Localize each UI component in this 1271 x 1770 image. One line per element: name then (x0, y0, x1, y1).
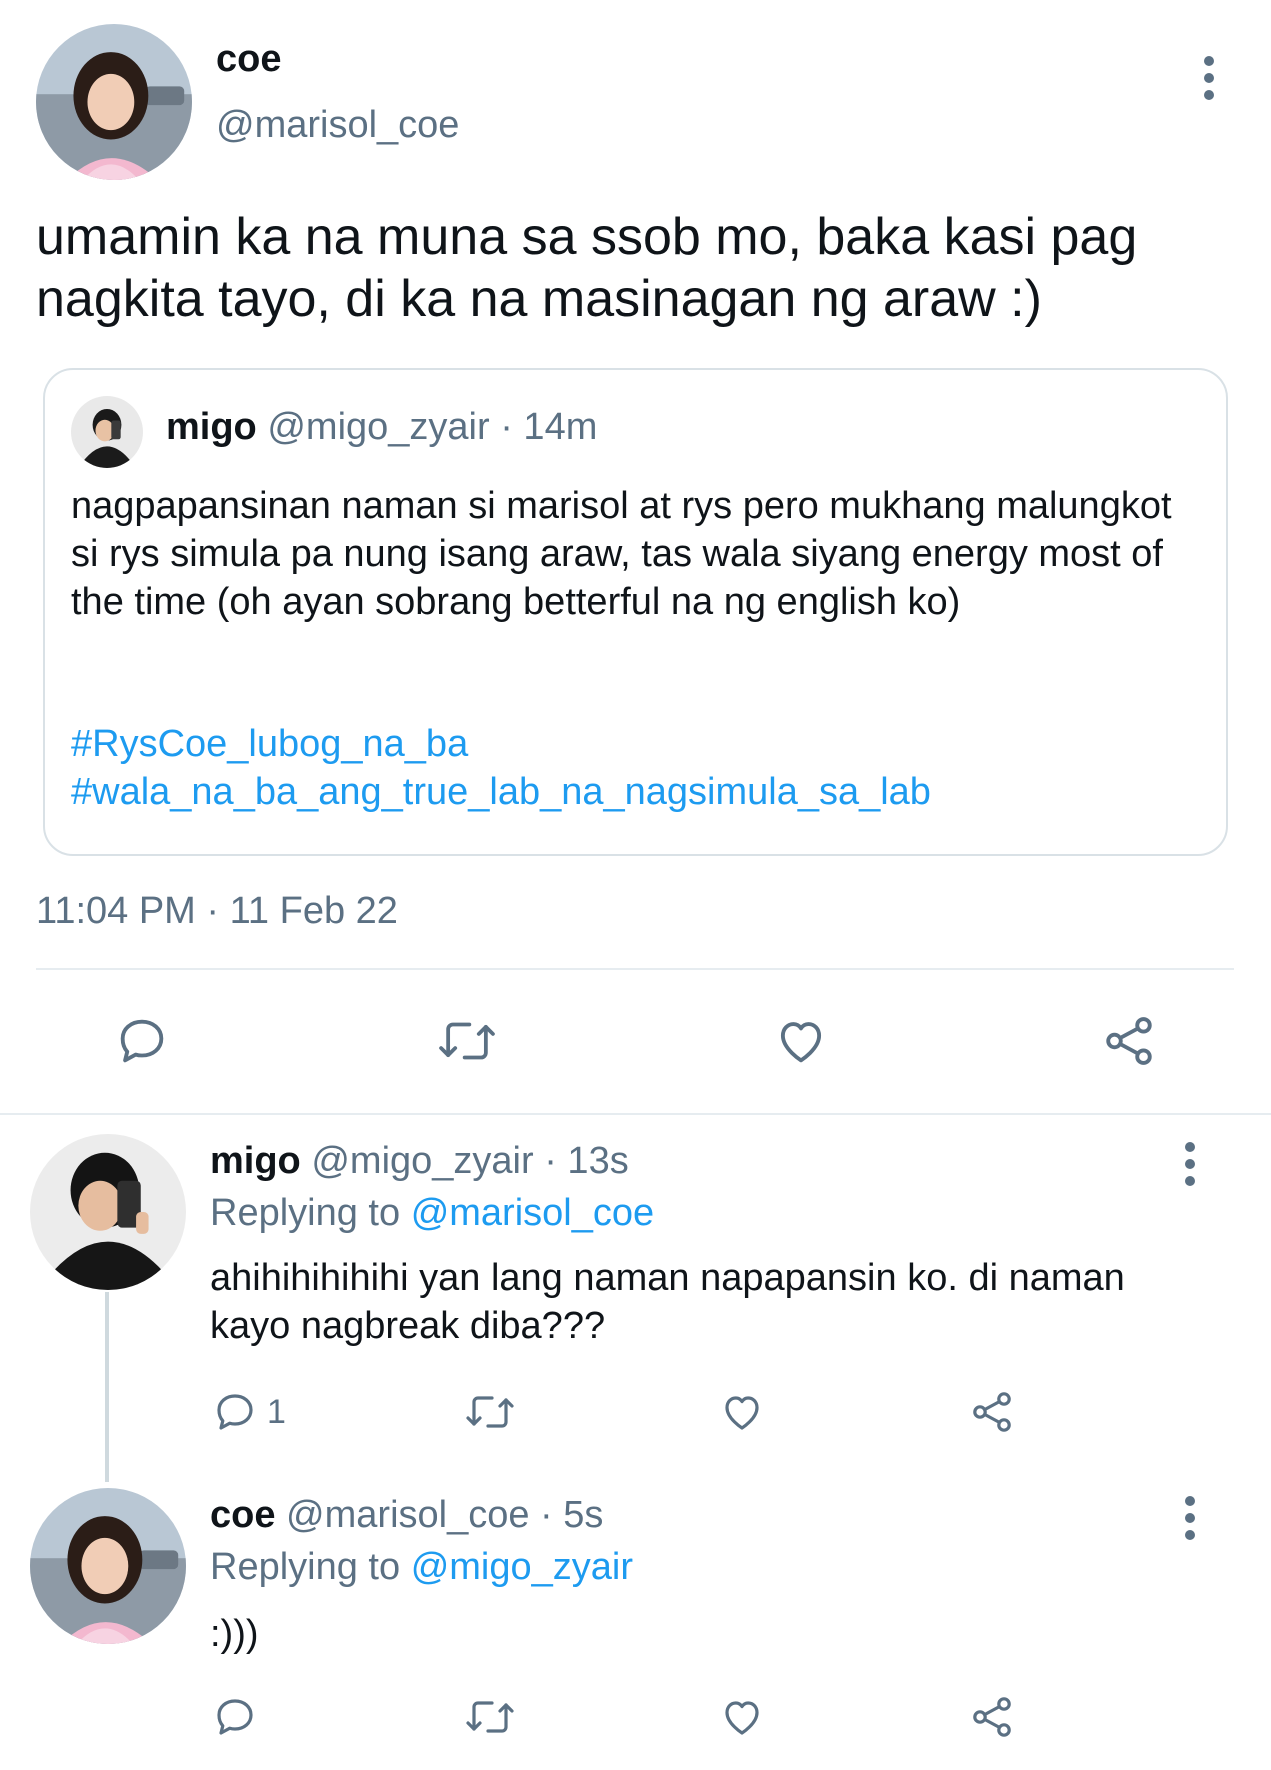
more-options-icon[interactable] (1180, 1142, 1200, 1202)
quoted-hashtags: #RysCoe_lubog_na_ba #wala_na_ba_ang_true… (71, 720, 931, 816)
like-icon (725, 1701, 759, 1735)
hashtag-link[interactable]: #RysCoe_lubog_na_ba (71, 720, 931, 768)
like-icon (780, 1022, 822, 1063)
tweet-detail-page: coe @marisol_coe umamin ka na muna sa ss… (0, 0, 1271, 1770)
quoted-tweet[interactable]: migo @migo_zyair · 14m nagpapansinan nam… (43, 368, 1228, 856)
reply-header: migo @migo_zyair · 13s (210, 1140, 629, 1183)
reply-icon (217, 1394, 253, 1430)
reply-icon (120, 1019, 164, 1063)
reply-icon (217, 1699, 253, 1735)
share-icon (973, 1392, 1011, 1432)
reply-age: · 5s (540, 1494, 604, 1536)
author-handle[interactable]: @marisol_coe (216, 104, 459, 147)
more-options-icon[interactable] (1180, 1496, 1200, 1556)
share-icon (973, 1697, 1011, 1737)
quoted-author-handle: @migo_zyair (267, 406, 490, 448)
share-icon (1106, 1017, 1152, 1065)
retweet-icon (466, 1396, 514, 1428)
reply-author-handle[interactable]: @marisol_coe (286, 1494, 529, 1536)
quoted-age: · 14m (500, 406, 598, 448)
retweet-button[interactable] (462, 1388, 518, 1436)
reply-age: · 13s (544, 1140, 629, 1182)
retweet-button[interactable] (434, 1012, 500, 1070)
coe-avatar[interactable] (30, 1488, 186, 1644)
like-icon (725, 1396, 759, 1430)
reply-author-handle[interactable]: @migo_zyair (311, 1140, 533, 1182)
reply-text: :))) (210, 1613, 259, 1655)
like-button[interactable] (717, 1388, 767, 1436)
migo-avatar[interactable] (30, 1134, 186, 1290)
reply-text: ahihihihihihi yan lang naman napapansin … (210, 1257, 1125, 1347)
share-button[interactable] (968, 1388, 1016, 1436)
reply-author-name[interactable]: migo (210, 1140, 301, 1182)
replying-to-link[interactable]: @marisol_coe (411, 1192, 654, 1234)
replying-to: Replying to @migo_zyair (210, 1546, 633, 1589)
quoted-text: nagpapansinan naman si marisol at rys pe… (71, 485, 1172, 623)
retweet-icon (466, 1701, 514, 1733)
reply-author-name[interactable]: coe (210, 1494, 275, 1536)
replying-to: Replying to @marisol_coe (210, 1192, 654, 1235)
author-name[interactable]: coe (216, 38, 281, 81)
reply-button[interactable]: 1 (211, 1388, 286, 1436)
reply-count: 1 (267, 1392, 286, 1431)
reply-header: coe @marisol_coe · 5s (210, 1494, 603, 1537)
hashtag-link[interactable]: #wala_na_ba_ang_true_lab_na_nagsimula_sa… (71, 768, 931, 816)
tweet-timestamp[interactable]: 11:04 PM · 11 Feb 22 (36, 890, 398, 933)
migo-avatar-small (71, 396, 143, 468)
divider (36, 968, 1234, 970)
replying-to-link[interactable]: @migo_zyair (411, 1546, 633, 1588)
share-button[interactable] (1100, 1012, 1158, 1070)
quoted-author-name: migo (166, 406, 257, 448)
more-options-icon[interactable] (1199, 56, 1219, 116)
tweet-text: umamin ka na muna sa ssob mo, baka kasi … (36, 208, 1138, 328)
share-button[interactable] (968, 1693, 1016, 1741)
replying-to-label: Replying to (210, 1192, 401, 1234)
reply-button[interactable] (113, 1012, 171, 1070)
retweet-icon (439, 1022, 495, 1060)
reply-button[interactable] (211, 1693, 259, 1741)
divider (0, 1113, 1271, 1115)
like-button[interactable] (771, 1012, 831, 1070)
quoted-header: migo @migo_zyair · 14m (166, 406, 597, 449)
retweet-button[interactable] (462, 1693, 518, 1741)
replying-to-label: Replying to (210, 1546, 401, 1588)
like-button[interactable] (717, 1693, 767, 1741)
thread-connector (105, 1292, 109, 1482)
coe-avatar[interactable] (36, 24, 192, 180)
